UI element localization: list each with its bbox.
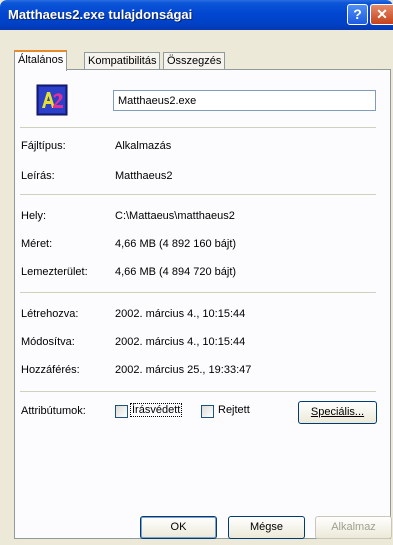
close-button[interactable]: ✕ bbox=[370, 4, 393, 25]
hidden-checkbox[interactable] bbox=[201, 405, 214, 418]
app-icon bbox=[36, 84, 68, 116]
separator bbox=[20, 127, 376, 128]
help-button[interactable]: ? bbox=[347, 4, 368, 25]
accessed-label: Hozzáférés: bbox=[21, 364, 80, 376]
file-name-field[interactable] bbox=[113, 90, 376, 111]
disk-size-label: Lemezterület: bbox=[21, 266, 88, 278]
modified-value: 2002. március 4., 10:15:44 bbox=[115, 336, 246, 348]
disk-size-value: 4,66 MB (4 894 720 bájt) bbox=[115, 266, 237, 278]
readonly-checkbox[interactable] bbox=[115, 405, 128, 418]
tab-summary[interactable]: Összegzés bbox=[163, 52, 226, 70]
file-type-value: Alkalmazás bbox=[115, 140, 172, 152]
file-type-label: Fájltípus: bbox=[21, 140, 66, 152]
window-title: Matthaeus2.exe tulajdonságai bbox=[8, 7, 193, 22]
description-label: Leírás: bbox=[21, 170, 55, 182]
size-value: 4,66 MB (4 892 160 bájt) bbox=[115, 238, 237, 250]
created-value: 2002. március 4., 10:15:44 bbox=[115, 308, 246, 320]
tab-panel-general bbox=[14, 69, 391, 539]
ok-button[interactable]: OK bbox=[140, 516, 217, 539]
separator bbox=[20, 194, 376, 195]
size-label: Méret: bbox=[21, 238, 53, 250]
location-value: C:\Mattaeus\matthaeus2 bbox=[115, 210, 235, 222]
location-label: Hely: bbox=[21, 210, 47, 222]
tab-label: Kompatibilitás bbox=[88, 55, 157, 67]
title-bar[interactable]: Matthaeus2.exe tulajdonságai ? ✕ bbox=[0, 0, 393, 30]
tab-compatibility[interactable]: Kompatibilitás bbox=[84, 52, 161, 70]
accessed-value: 2002. március 25., 19:33:47 bbox=[115, 364, 252, 376]
separator bbox=[20, 292, 376, 293]
separator bbox=[20, 391, 376, 392]
modified-label: Módosítva: bbox=[21, 336, 75, 348]
cancel-button[interactable]: Mégse bbox=[228, 516, 305, 539]
help-icon: ? bbox=[353, 6, 362, 22]
tab-label: Összegzés bbox=[167, 55, 222, 67]
attributes-label: Attribútumok: bbox=[21, 405, 86, 417]
created-label: Létrehozva: bbox=[21, 308, 79, 320]
advanced-button[interactable]: Speciális... bbox=[298, 401, 377, 424]
apply-button[interactable]: Alkalmaz bbox=[315, 516, 392, 539]
close-icon: ✕ bbox=[376, 6, 388, 22]
description-value: Matthaeus2 bbox=[115, 170, 173, 182]
tab-label: Általános bbox=[18, 54, 64, 66]
hidden-checkbox-label[interactable]: Rejtett bbox=[218, 404, 250, 416]
readonly-checkbox-label[interactable]: Írásvédett bbox=[129, 403, 183, 417]
tab-general[interactable]: Általános bbox=[14, 50, 68, 71]
